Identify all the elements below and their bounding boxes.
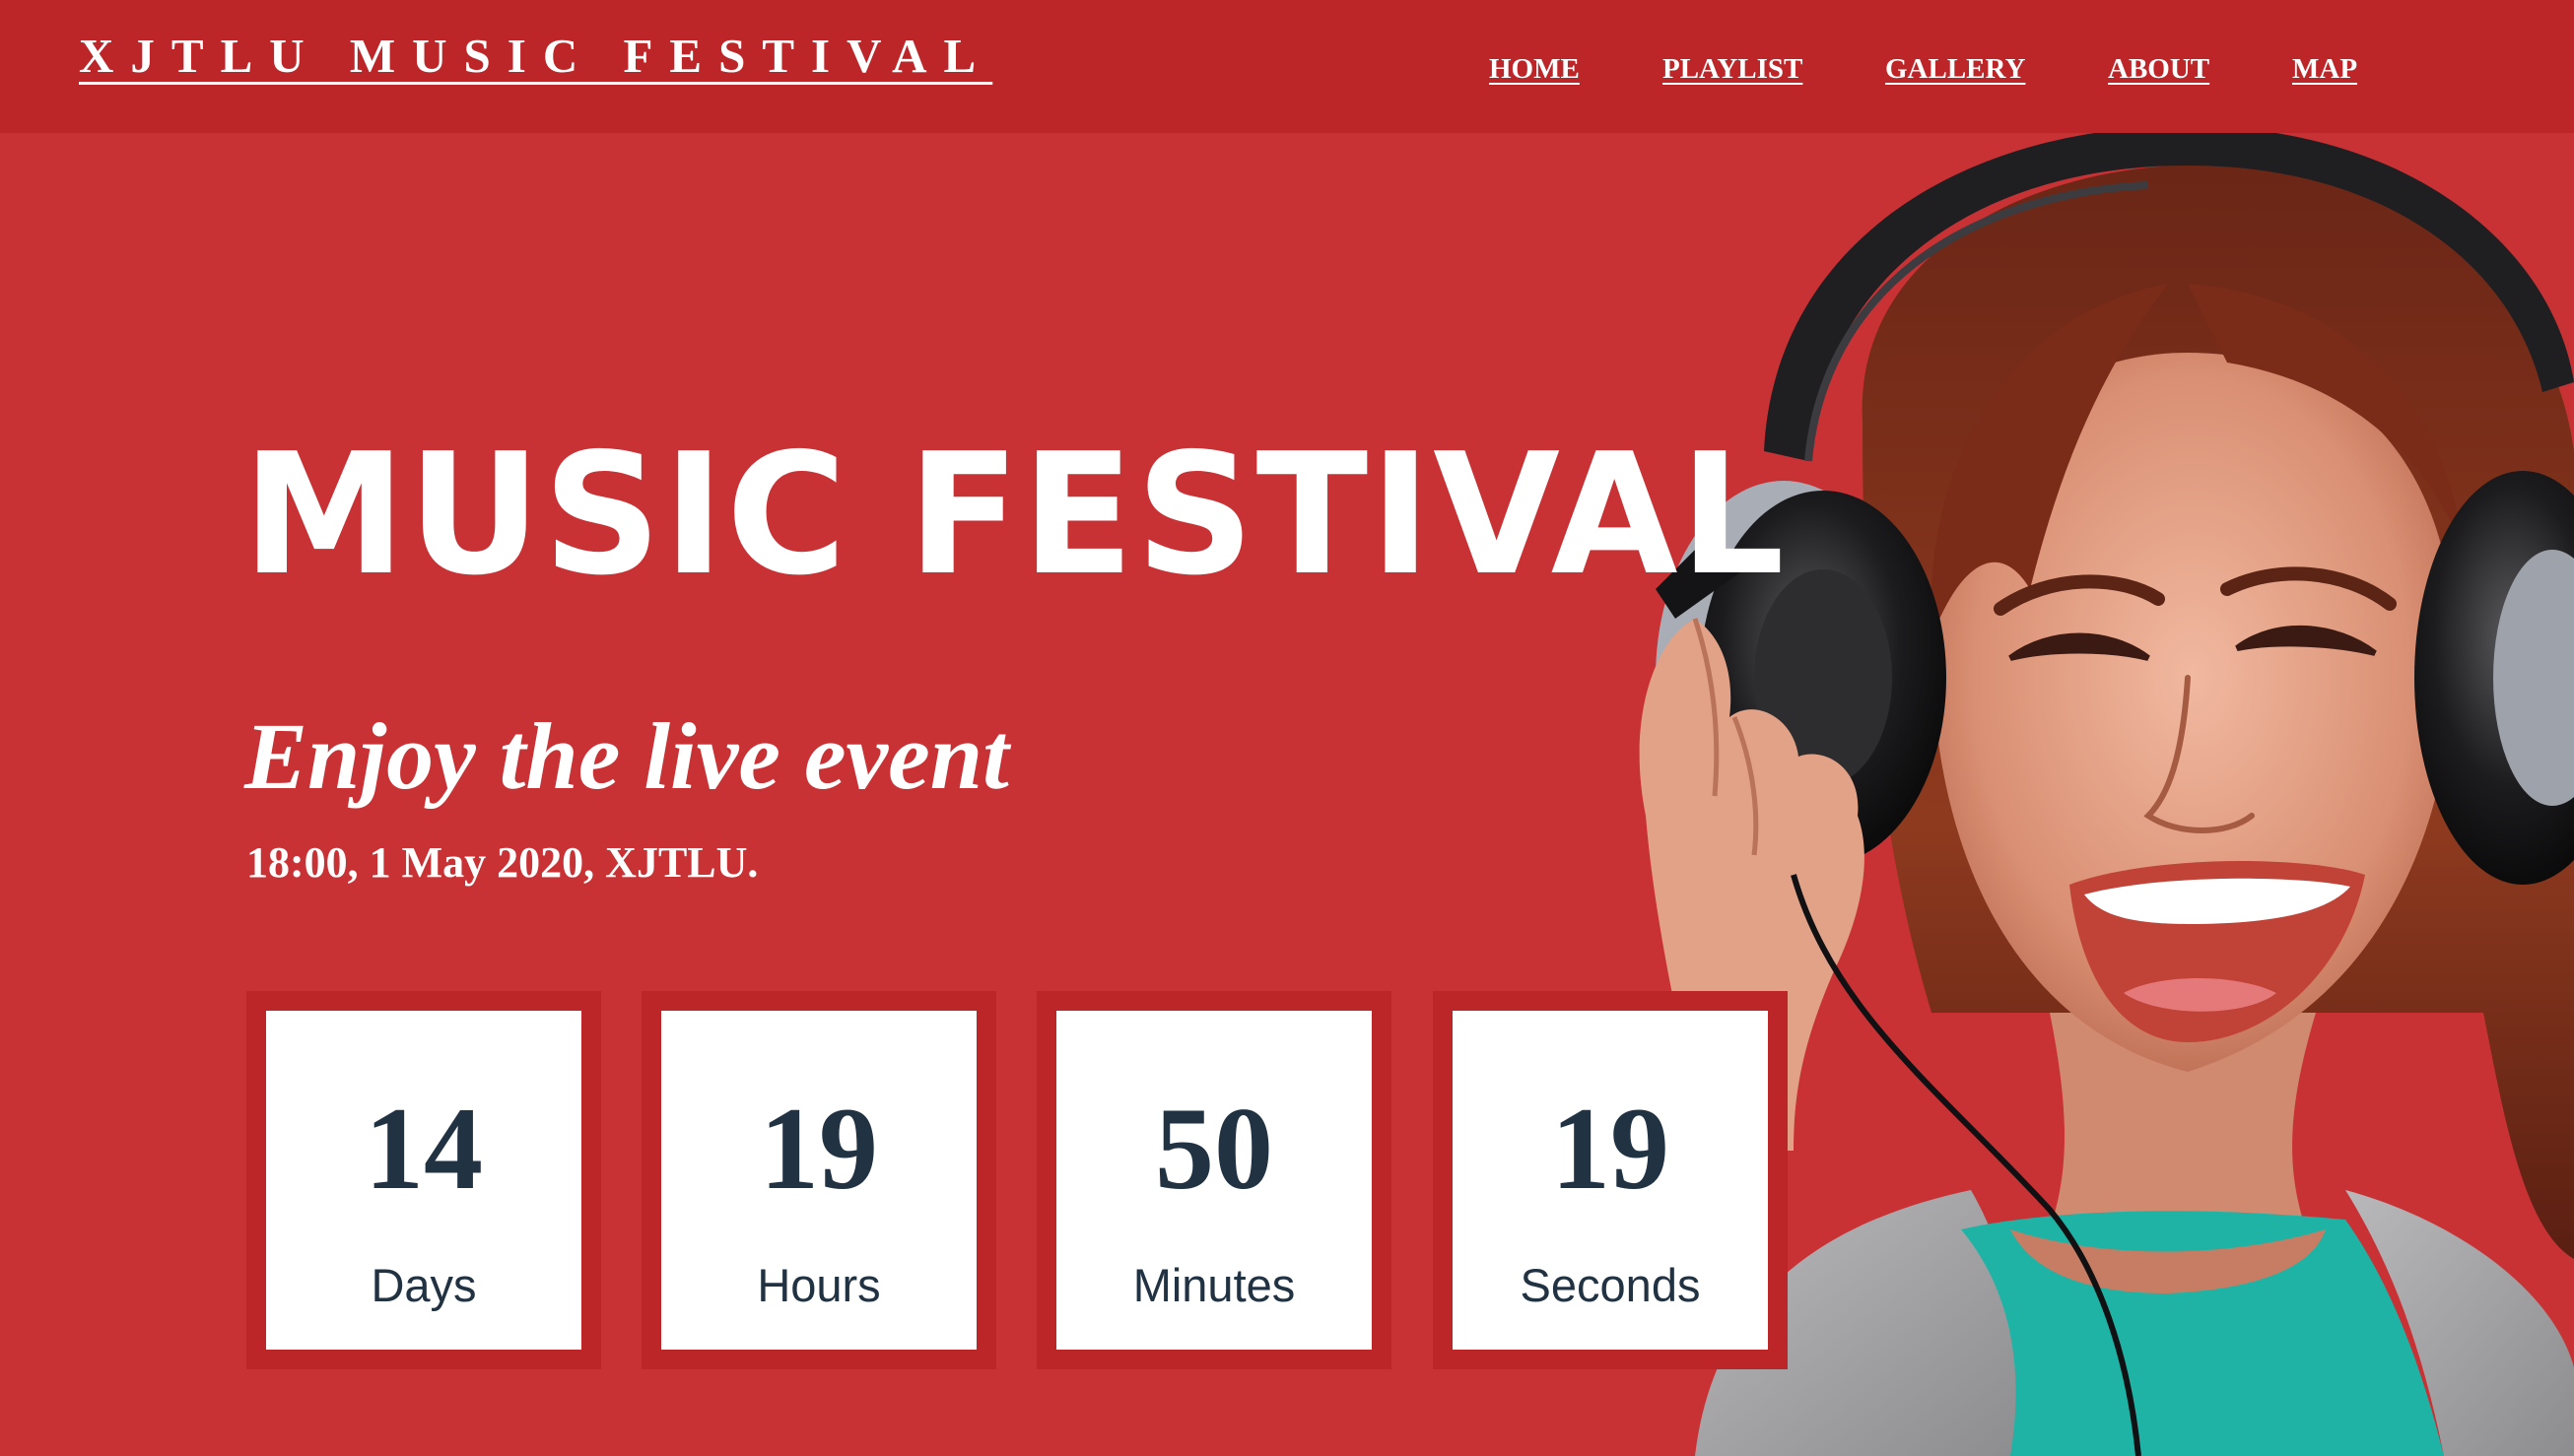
countdown-hours-label: Hours (757, 1259, 881, 1311)
event-datetime: 18:00, 1 May 2020, XJTLU. (246, 838, 759, 887)
countdown-seconds-box: 19 Seconds (1433, 991, 1788, 1369)
site-header: XJTLU MUSIC FESTIVAL HOME PLAYLIST GALLE… (0, 0, 2574, 133)
countdown-minutes-box: 50 Minutes (1037, 991, 1391, 1369)
countdown-days-box: 14 Days (246, 991, 601, 1369)
countdown-days-value: 14 (365, 1083, 483, 1214)
hero-subtitle: Enjoy the live event (244, 703, 1009, 809)
nav-home-link[interactable]: HOME (1489, 53, 1580, 86)
nav-playlist-link[interactable]: PLAYLIST (1662, 53, 1802, 86)
countdown-hours-box: 19 Hours (642, 991, 996, 1369)
countdown-days-label: Days (371, 1259, 477, 1311)
countdown-hours-value: 19 (760, 1083, 878, 1214)
nav-gallery-link[interactable]: GALLERY (1885, 53, 2025, 86)
nav-about-link[interactable]: ABOUT (2108, 53, 2209, 86)
countdown-minutes-label: Minutes (1132, 1259, 1296, 1311)
countdown-seconds-value: 19 (1551, 1083, 1669, 1214)
hero-title: MUSIC FESTIVAL (242, 418, 1787, 613)
countdown-seconds-label: Seconds (1520, 1259, 1701, 1311)
brand-logo-link[interactable]: XJTLU MUSIC FESTIVAL (79, 28, 992, 84)
countdown-minutes-value: 50 (1155, 1083, 1273, 1214)
nav-map-link[interactable]: MAP (2292, 53, 2357, 86)
